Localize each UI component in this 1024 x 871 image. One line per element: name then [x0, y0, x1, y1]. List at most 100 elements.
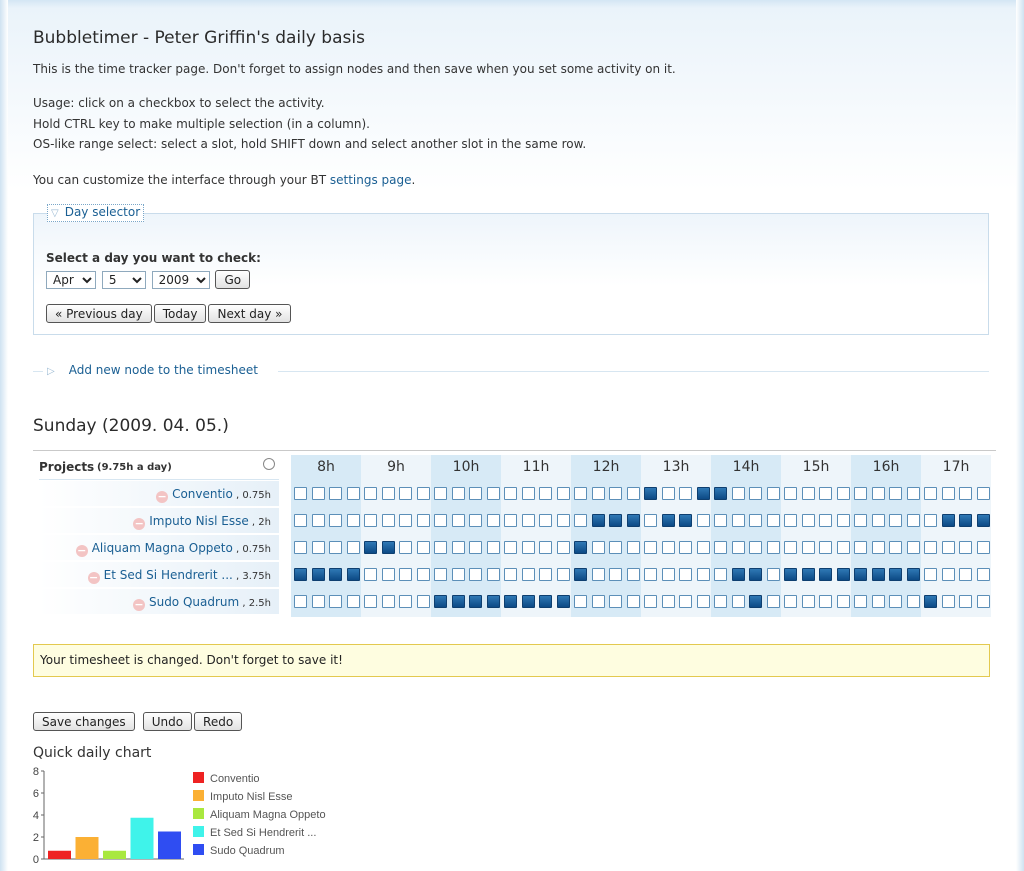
time-slot-checkbox[interactable] [451, 541, 465, 554]
time-slot-checkbox[interactable] [486, 514, 500, 527]
time-slot-checkbox[interactable] [854, 541, 867, 554]
project-name-link[interactable]: Aliquam Magna Oppeto [92, 541, 233, 555]
time-slot-checkbox[interactable] [906, 568, 920, 581]
time-slot-checkbox[interactable] [539, 541, 552, 554]
time-slot-checkbox[interactable] [539, 568, 552, 581]
year-select[interactable]: 2009 [151, 270, 210, 289]
time-slot-checkbox[interactable] [556, 541, 570, 554]
time-slot-checkbox[interactable] [696, 568, 710, 581]
time-slot-checkbox[interactable] [644, 487, 657, 500]
time-slot-checkbox[interactable] [416, 568, 430, 581]
time-slot-checkbox[interactable] [434, 514, 447, 527]
time-slot-checkbox[interactable] [819, 568, 832, 581]
time-slot-checkbox[interactable] [329, 595, 342, 608]
time-slot-checkbox[interactable] [679, 568, 692, 581]
time-slot-checkbox[interactable] [819, 595, 832, 608]
time-slot-checkbox[interactable] [504, 595, 517, 608]
time-slot-checkbox[interactable] [976, 487, 990, 500]
time-slot-checkbox[interactable] [766, 514, 780, 527]
time-slot-checkbox[interactable] [574, 568, 587, 581]
time-slot-checkbox[interactable] [661, 487, 675, 500]
project-name-link[interactable]: Et Sed Si Hendrerit ... [104, 568, 233, 582]
time-slot-checkbox[interactable] [854, 514, 867, 527]
time-slot-checkbox[interactable] [889, 541, 902, 554]
time-slot-checkbox[interactable] [346, 595, 360, 608]
time-slot-checkbox[interactable] [486, 541, 500, 554]
time-slot-checkbox[interactable] [871, 595, 885, 608]
time-slot-checkbox[interactable] [941, 541, 955, 554]
time-slot-checkbox[interactable] [749, 595, 762, 608]
time-slot-checkbox[interactable] [329, 514, 342, 527]
time-slot-checkbox[interactable] [644, 541, 657, 554]
remove-project-icon[interactable]: − [87, 572, 100, 584]
time-slot-checkbox[interactable] [591, 487, 605, 500]
time-slot-checkbox[interactable] [311, 595, 325, 608]
time-slot-checkbox[interactable] [381, 514, 395, 527]
time-slot-checkbox[interactable] [539, 595, 552, 608]
time-slot-checkbox[interactable] [889, 514, 902, 527]
next-day-button[interactable]: Next day » [208, 304, 292, 323]
time-slot-checkbox[interactable] [941, 514, 955, 527]
remove-project-icon[interactable]: − [75, 545, 88, 557]
time-slot-checkbox[interactable] [294, 514, 307, 527]
time-slot-checkbox[interactable] [504, 514, 517, 527]
time-slot-checkbox[interactable] [976, 541, 990, 554]
time-slot-checkbox[interactable] [766, 487, 780, 500]
time-slot-checkbox[interactable] [311, 541, 325, 554]
time-slot-checkbox[interactable] [801, 514, 815, 527]
time-slot-checkbox[interactable] [451, 514, 465, 527]
time-slot-checkbox[interactable] [959, 514, 972, 527]
time-slot-checkbox[interactable] [364, 568, 377, 581]
time-slot-checkbox[interactable] [609, 541, 622, 554]
time-slot-checkbox[interactable] [556, 595, 570, 608]
time-slot-checkbox[interactable] [469, 487, 482, 500]
time-slot-checkbox[interactable] [819, 541, 832, 554]
time-slot-checkbox[interactable] [399, 541, 412, 554]
time-slot-checkbox[interactable] [871, 568, 885, 581]
time-slot-checkbox[interactable] [906, 541, 920, 554]
time-slot-checkbox[interactable] [696, 514, 710, 527]
time-slot-checkbox[interactable] [906, 487, 920, 500]
time-slot-checkbox[interactable] [591, 514, 605, 527]
time-slot-checkbox[interactable] [836, 568, 850, 581]
time-slot-checkbox[interactable] [801, 541, 815, 554]
time-slot-checkbox[interactable] [784, 541, 797, 554]
time-slot-checkbox[interactable] [714, 487, 727, 500]
time-slot-checkbox[interactable] [819, 514, 832, 527]
time-slot-checkbox[interactable] [924, 568, 937, 581]
redo-button[interactable]: Redo [194, 712, 243, 731]
time-slot-checkbox[interactable] [644, 595, 657, 608]
time-slot-checkbox[interactable] [696, 595, 710, 608]
time-slot-checkbox[interactable] [329, 541, 342, 554]
time-slot-checkbox[interactable] [836, 595, 850, 608]
time-slot-checkbox[interactable] [521, 595, 535, 608]
time-slot-checkbox[interactable] [574, 595, 587, 608]
time-slot-checkbox[interactable] [469, 568, 482, 581]
time-slot-checkbox[interactable] [679, 514, 692, 527]
time-slot-checkbox[interactable] [469, 514, 482, 527]
time-slot-checkbox[interactable] [626, 487, 640, 500]
time-slot-checkbox[interactable] [714, 595, 727, 608]
time-slot-checkbox[interactable] [941, 568, 955, 581]
time-slot-checkbox[interactable] [311, 568, 325, 581]
day-select[interactable]: 5 [101, 270, 146, 289]
time-slot-checkbox[interactable] [574, 541, 587, 554]
time-slot-checkbox[interactable] [381, 595, 395, 608]
time-slot-checkbox[interactable] [941, 487, 955, 500]
time-slot-checkbox[interactable] [364, 514, 377, 527]
time-slot-checkbox[interactable] [976, 595, 990, 608]
time-slot-checkbox[interactable] [819, 487, 832, 500]
time-slot-checkbox[interactable] [801, 487, 815, 500]
time-slot-checkbox[interactable] [504, 487, 517, 500]
time-slot-checkbox[interactable] [521, 541, 535, 554]
today-button[interactable]: Today [153, 304, 207, 323]
time-slot-checkbox[interactable] [556, 514, 570, 527]
time-slot-checkbox[interactable] [976, 514, 990, 527]
time-slot-checkbox[interactable] [399, 487, 412, 500]
time-slot-checkbox[interactable] [749, 487, 762, 500]
time-slot-checkbox[interactable] [924, 595, 937, 608]
time-slot-checkbox[interactable] [591, 595, 605, 608]
time-slot-checkbox[interactable] [591, 568, 605, 581]
time-slot-checkbox[interactable] [696, 541, 710, 554]
time-slot-checkbox[interactable] [346, 514, 360, 527]
